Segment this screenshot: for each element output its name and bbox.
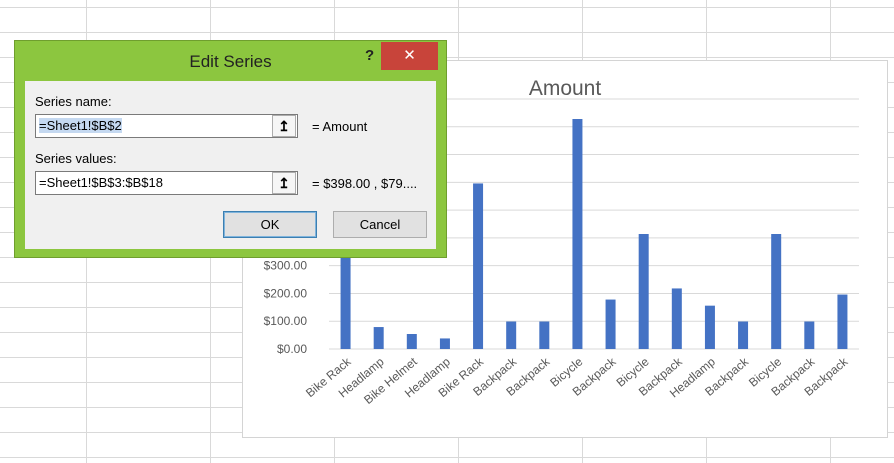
bar xyxy=(804,321,815,349)
cancel-button[interactable]: Cancel xyxy=(333,211,427,238)
bar xyxy=(638,234,649,349)
bar xyxy=(539,321,550,349)
bar xyxy=(473,183,484,349)
bar xyxy=(605,299,616,349)
edit-series-dialog[interactable]: Edit Series ? ✕ Series name: =Sheet1!$B$… xyxy=(14,40,447,258)
series-name-value: =Sheet1!$B$2 xyxy=(39,118,122,133)
series-name-input[interactable]: =Sheet1!$B$2 xyxy=(35,114,298,138)
series-values-collapse-button[interactable]: ↥ xyxy=(272,172,296,194)
bar xyxy=(572,119,583,349)
y-tick-label: $0.00 xyxy=(277,342,307,356)
close-button[interactable]: ✕ xyxy=(381,42,438,70)
bar xyxy=(738,321,749,349)
y-tick-label: $200.00 xyxy=(264,286,308,300)
series-name-preview: = Amount xyxy=(312,119,368,134)
bar xyxy=(439,338,450,349)
help-button[interactable]: ? xyxy=(365,47,374,64)
series-values-input[interactable]: =Sheet1!$B$3:$B$18 xyxy=(35,171,298,195)
bar xyxy=(506,321,517,349)
bar xyxy=(373,327,384,349)
ok-button[interactable]: OK xyxy=(223,211,317,238)
collapse-dialog-icon: ↥ xyxy=(278,175,290,191)
bar xyxy=(771,234,782,349)
bar xyxy=(837,294,848,349)
series-name-collapse-button[interactable]: ↥ xyxy=(272,115,296,137)
y-tick-label: $300.00 xyxy=(264,259,308,273)
dialog-body: Series name: =Sheet1!$B$2 ↥ = Amount Ser… xyxy=(25,81,436,249)
bar xyxy=(704,305,715,349)
collapse-dialog-icon: ↥ xyxy=(278,118,290,134)
series-name-label: Series name: xyxy=(35,94,112,109)
series-values-label: Series values: xyxy=(35,151,117,166)
series-values-preview: = $398.00 , $79.... xyxy=(312,176,418,191)
close-icon: ✕ xyxy=(403,47,416,64)
bar xyxy=(406,334,417,349)
bar xyxy=(671,288,682,349)
y-tick-label: $100.00 xyxy=(264,314,308,328)
